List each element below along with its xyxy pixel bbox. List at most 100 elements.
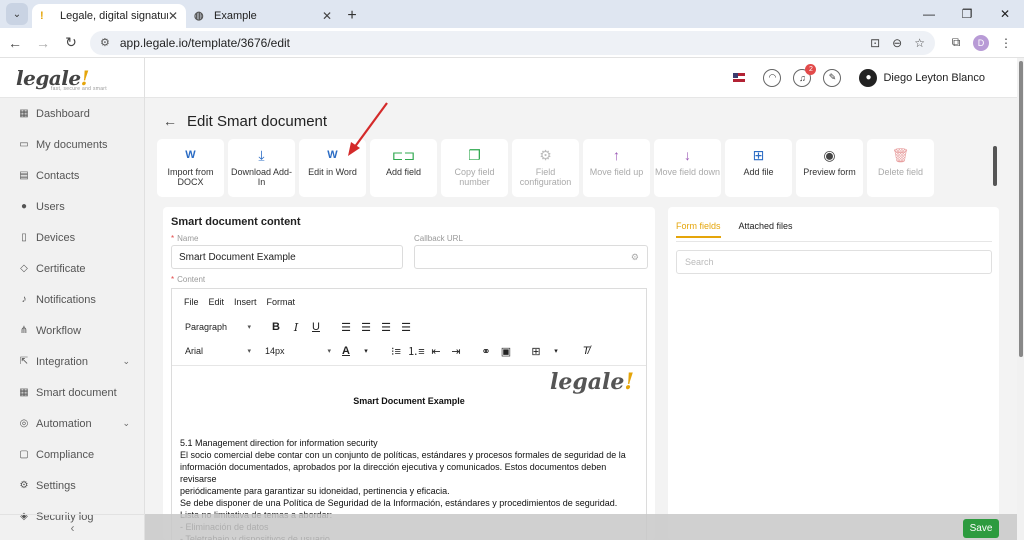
outdent-icon[interactable]: ⇤ bbox=[426, 342, 446, 360]
block-format-select[interactable]: Paragraph ▾ bbox=[180, 318, 256, 336]
sidebar-item-certificate[interactable]: ◇ Certificate bbox=[0, 253, 144, 284]
link-icon[interactable]: ⚭ bbox=[476, 342, 496, 360]
rich-text-editor: File Edit Insert Format Paragraph ▾ B I U ☰ … bbox=[171, 288, 647, 540]
sidebar-item-users[interactable]: ● Users bbox=[0, 191, 144, 222]
sidebar-item-notifications[interactable]: ♪ Notifications bbox=[0, 284, 144, 315]
editor-menu-insert[interactable]: Insert bbox=[234, 297, 257, 307]
url-text[interactable]: app.legale.io/template/3676/edit bbox=[120, 36, 858, 50]
sidebar-item-label: Settings bbox=[36, 479, 76, 492]
browser-tab-legale[interactable]: ! Legale, digital signature ✕ bbox=[32, 4, 186, 28]
add-file-button[interactable]: ⊞ Add file bbox=[725, 139, 792, 197]
us-flag-icon[interactable] bbox=[733, 73, 746, 82]
toolbar-button-label: Download Add-In bbox=[230, 167, 293, 187]
bullet-list-icon[interactable]: ⁝≡ bbox=[386, 342, 406, 360]
italic-button[interactable]: I bbox=[286, 318, 306, 336]
fields-search-input[interactable]: Search bbox=[676, 250, 992, 274]
link-settings-icon[interactable]: ⚙ bbox=[631, 252, 639, 263]
editor-menu-format[interactable]: Format bbox=[267, 297, 296, 307]
user-name[interactable]: Diego Leyton Blanco bbox=[883, 72, 985, 84]
move-field-up-button[interactable]: ↑ Move field up bbox=[583, 139, 650, 197]
signature-icon[interactable]: ✎ bbox=[823, 68, 842, 87]
align-center-icon[interactable]: ☰ bbox=[356, 318, 376, 336]
sidebar-item-workflow[interactable]: ⋔ Workflow bbox=[0, 315, 144, 346]
sidebar-item-devices[interactable]: ▯ Devices bbox=[0, 222, 144, 253]
smart-document-icon: ▦ bbox=[19, 387, 29, 398]
align-right-icon[interactable]: ☰ bbox=[376, 318, 396, 336]
image-icon[interactable]: ▣ bbox=[496, 342, 516, 360]
indent-icon[interactable]: ⇥ bbox=[446, 342, 466, 360]
move-field-down-button[interactable]: ↓ Move field down bbox=[654, 139, 721, 197]
bell-icon[interactable]: ♫ 2 bbox=[793, 63, 817, 87]
name-input[interactable]: Smart Document Example bbox=[171, 245, 403, 269]
required-marker: * bbox=[171, 234, 175, 243]
extensions-icon[interactable]: ⧉ bbox=[945, 32, 967, 54]
restore-icon[interactable]: ❐ bbox=[948, 0, 986, 28]
sidebar-item-settings[interactable]: ⚙ Settings bbox=[0, 470, 144, 501]
back-arrow-icon[interactable]: ← bbox=[163, 113, 177, 129]
app-logo[interactable]: legale! fast, secure and smart bbox=[0, 58, 144, 98]
scrollbar-thumb[interactable] bbox=[1019, 61, 1023, 357]
avatar[interactable]: ● bbox=[859, 68, 878, 87]
collapse-sidebar-icon[interactable]: ‹ bbox=[0, 514, 145, 540]
tab-attached-files[interactable]: Attached files bbox=[739, 221, 793, 238]
close-icon[interactable]: ✕ bbox=[322, 9, 332, 23]
preview-form-button[interactable]: ◉ Preview form bbox=[796, 139, 863, 197]
sidebar-item-automation[interactable]: ◎ Automation ⌄ bbox=[0, 408, 144, 439]
forward-icon[interactable]: → bbox=[30, 30, 56, 56]
font-family-select[interactable]: Arial ▾ bbox=[180, 342, 256, 360]
support-icon[interactable]: ◠ bbox=[763, 68, 782, 87]
underline-button[interactable]: U bbox=[306, 318, 326, 336]
browser-tab-example[interactable]: ◍ Example ✕ bbox=[186, 4, 340, 28]
download-icon: ⤓ bbox=[258, 147, 265, 163]
sidebar-item-label: Workflow bbox=[36, 324, 82, 337]
table-icon[interactable]: ⊞ bbox=[526, 342, 546, 360]
close-icon[interactable]: ✕ bbox=[168, 9, 178, 23]
delete-field-button[interactable]: 🗑 Delete field bbox=[867, 139, 934, 197]
profile-avatar[interactable]: D bbox=[973, 34, 989, 51]
bookmark-star-icon[interactable]: ☆ bbox=[914, 36, 925, 50]
sidebar-item-dashboard[interactable]: ▦ Dashboard bbox=[0, 98, 144, 129]
chevron-down-icon[interactable]: ▾ bbox=[546, 342, 566, 360]
sidebar-item-integration[interactable]: ⇱ Integration ⌄ bbox=[0, 346, 144, 377]
align-left-icon[interactable]: ☰ bbox=[336, 318, 356, 336]
document-line: El socio comercial debe contar con un co… bbox=[180, 450, 626, 460]
page-title: Edit Smart document bbox=[187, 112, 328, 130]
text-color-icon[interactable]: A bbox=[336, 342, 356, 360]
site-info-icon[interactable]: ⚙ bbox=[100, 36, 110, 49]
more-menu-icon[interactable]: ⋮ bbox=[995, 32, 1017, 54]
sidebar-item-label: My documents bbox=[36, 138, 108, 151]
sidebar-item-compliance[interactable]: ▢ Compliance bbox=[0, 439, 144, 470]
clear-format-icon[interactable]: T̸ bbox=[576, 342, 596, 360]
sidebar-item-smart-document[interactable]: ▦ Smart document bbox=[0, 377, 144, 408]
reload-icon[interactable]: ↻ bbox=[58, 30, 84, 56]
sidebar-item-contacts[interactable]: ▤ Contacts bbox=[0, 160, 144, 191]
back-icon[interactable]: ← bbox=[2, 30, 28, 56]
new-tab-button[interactable]: + bbox=[340, 4, 364, 28]
minimize-icon[interactable]: — bbox=[910, 0, 948, 28]
tab-form-fields[interactable]: Form fields bbox=[676, 221, 721, 238]
integration-icon: ⇱ bbox=[19, 356, 29, 367]
bold-button[interactable]: B bbox=[266, 318, 286, 336]
align-justify-icon[interactable]: ☰ bbox=[396, 318, 416, 336]
url-bar[interactable]: ⚙ app.legale.io/template/3676/edit ⊡ ⊖ ☆ bbox=[90, 30, 935, 55]
contacts-icon: ▤ bbox=[19, 170, 29, 181]
editor-menu-file[interactable]: File bbox=[184, 297, 199, 307]
close-window-icon[interactable]: ✕ bbox=[986, 0, 1024, 28]
field-configuration-button[interactable]: ⚙ Field configuration bbox=[512, 139, 579, 197]
numbered-list-icon[interactable]: ⒈≡ bbox=[406, 342, 426, 360]
tab-search-icon[interactable]: ⌄ bbox=[6, 3, 28, 25]
page-scrollbar[interactable] bbox=[1017, 58, 1024, 540]
callback-url-input[interactable]: ⚙ bbox=[414, 245, 648, 269]
sidebar-item-my-documents[interactable]: ▭ My documents bbox=[0, 129, 144, 160]
font-size-select[interactable]: 14px ▾ bbox=[260, 342, 336, 360]
copy-field-number-button[interactable]: ❐ Copy field number bbox=[441, 139, 508, 197]
chevron-down-icon[interactable]: ▾ bbox=[356, 342, 376, 360]
page-inner-scrollbar[interactable] bbox=[993, 146, 997, 186]
save-button[interactable]: Save bbox=[963, 519, 999, 538]
document-logo: legale! bbox=[550, 371, 634, 393]
install-icon[interactable]: ⊡ bbox=[870, 36, 880, 50]
editor-menu-edit[interactable]: Edit bbox=[209, 297, 225, 307]
zoom-icon[interactable]: ⊖ bbox=[892, 36, 902, 50]
import-from-docx-button[interactable]: W Import from DOCX bbox=[157, 139, 224, 197]
download-add-in-button[interactable]: ⤓ Download Add-In bbox=[228, 139, 295, 197]
